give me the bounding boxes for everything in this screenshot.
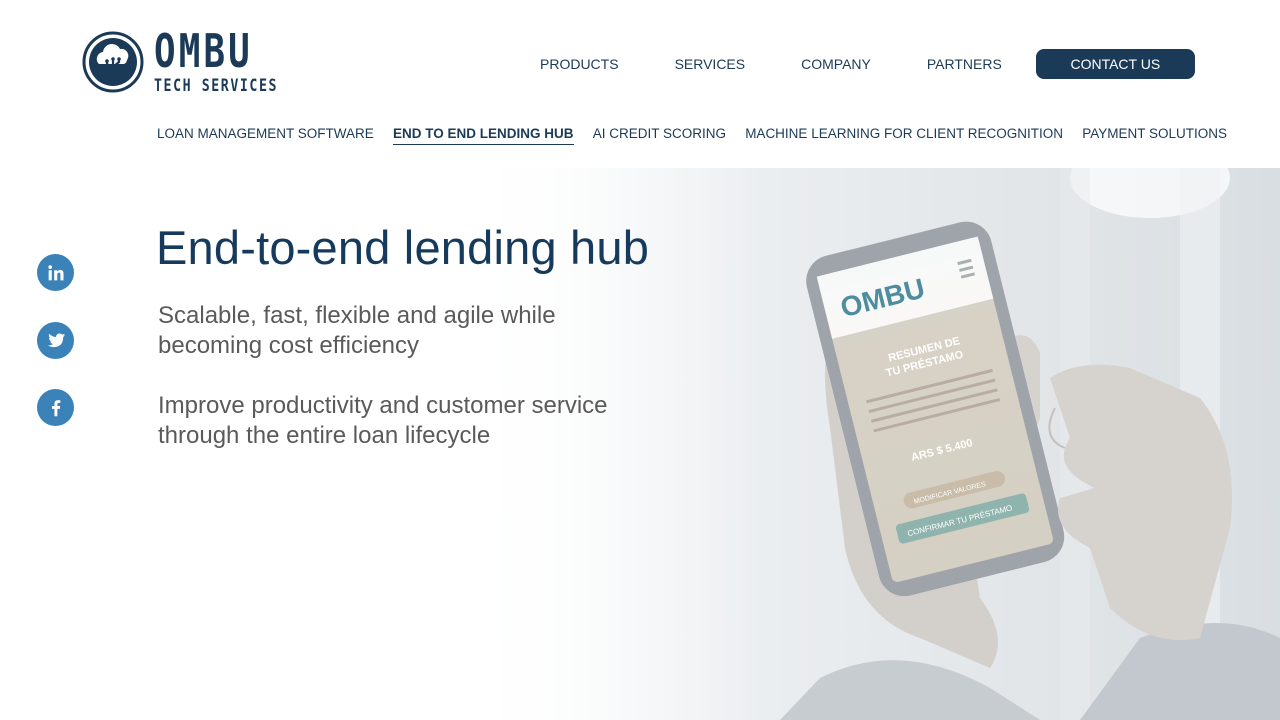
- nav-services[interactable]: SERVICES: [647, 50, 774, 78]
- main-nav: PRODUCTS SERVICES COMPANY PARTNERS CONTA…: [512, 49, 1195, 79]
- subnav-payment-solutions[interactable]: PAYMENT SOLUTIONS: [1082, 126, 1227, 145]
- nav-partners[interactable]: PARTNERS: [899, 50, 1030, 78]
- hero-paragraph-1: Scalable, fast, flexible and agile while…: [158, 301, 556, 361]
- tree-cloud-logo-icon: [82, 31, 144, 92]
- subnav-ai-credit-scoring[interactable]: AI CREDIT SCORING: [593, 126, 726, 145]
- hero-title: End-to-end lending hub: [156, 221, 650, 274]
- hero-paragraph-2-line-2: through the entire loan lifecycle: [158, 422, 491, 449]
- hero-paragraph-1-line-1: Scalable, fast, flexible and agile while: [158, 302, 556, 329]
- brand-tagline: TECH SERVICES: [154, 76, 279, 96]
- contact-us-button[interactable]: CONTACT US: [1035, 49, 1195, 79]
- linkedin-link[interactable]: [37, 254, 74, 291]
- ombu-logo[interactable]: OMBU TECH SERVICES: [82, 28, 313, 95]
- subnav-machine-learning[interactable]: MACHINE LEARNING FOR CLIENT RECOGNITION: [745, 126, 1063, 145]
- product-sub-nav: LOAN MANAGEMENT SOFTWARE END TO END LEND…: [157, 126, 1227, 145]
- site-header: OMBU TECH SERVICES PRODUCTS SERVICES COM…: [0, 0, 1280, 168]
- subnav-end-to-end-lending-hub[interactable]: END TO END LENDING HUB: [392, 126, 574, 145]
- hero-paragraph-2-line-1: Improve productivity and customer servic…: [158, 392, 608, 419]
- twitter-link[interactable]: [37, 322, 74, 359]
- brand-name: OMBU: [154, 24, 253, 78]
- facebook-icon: [51, 399, 60, 416]
- nav-company[interactable]: COMPANY: [773, 50, 899, 78]
- linkedin-icon: [47, 264, 64, 280]
- subnav-loan-management[interactable]: LOAN MANAGEMENT SOFTWARE: [157, 126, 374, 145]
- hero-paragraph-1-line-2: becoming cost efficiency: [158, 332, 420, 359]
- twitter-icon: [47, 332, 65, 347]
- nav-products[interactable]: PRODUCTS: [512, 50, 647, 78]
- facebook-link[interactable]: [37, 389, 74, 426]
- hero-paragraph-2: Improve productivity and customer servic…: [158, 391, 608, 451]
